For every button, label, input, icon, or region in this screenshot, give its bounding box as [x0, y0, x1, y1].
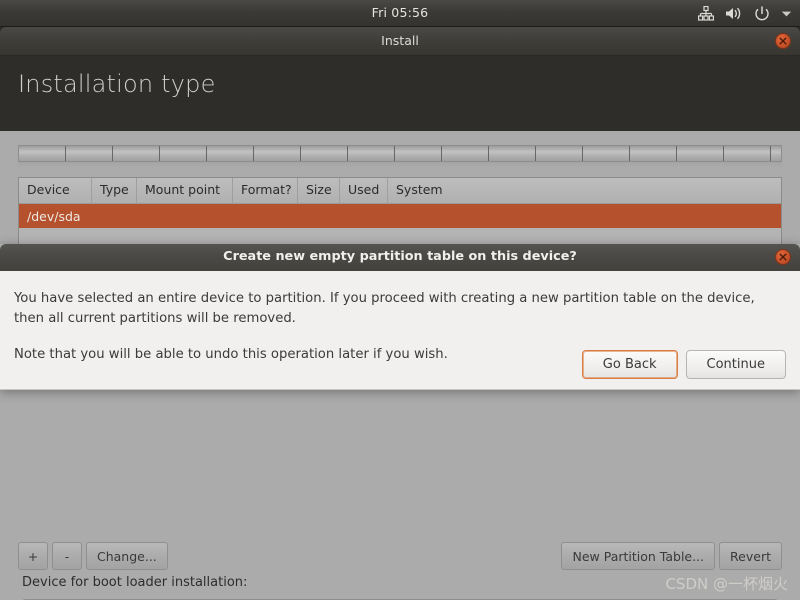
partition-usage-bar-reflection: [18, 162, 782, 167]
partition-toolbar: + - Change... New Partition Table... Rev…: [18, 542, 782, 570]
network-icon[interactable]: [698, 6, 714, 21]
partition-toolbar-left: + - Change...: [18, 542, 168, 570]
dialog-actions: Go Back Continue: [581, 350, 786, 379]
table-row[interactable]: /dev/sda: [19, 204, 781, 228]
system-clock[interactable]: Fri 05:56: [0, 5, 800, 20]
new-partition-table-button[interactable]: New Partition Table...: [561, 542, 716, 570]
go-back-button[interactable]: Go Back: [581, 350, 678, 379]
page-title: Installation type: [18, 70, 216, 98]
change-partition-button[interactable]: Change...: [86, 542, 168, 570]
continue-button[interactable]: Continue: [685, 350, 786, 379]
partition-toolbar-right: New Partition Table... Revert: [561, 542, 782, 570]
system-top-panel: Fri 05:56: [0, 0, 800, 27]
bootloader-label: Device for boot loader installation:: [22, 575, 248, 590]
column-header-mount-point[interactable]: Mount point: [137, 178, 233, 203]
chevron-down-icon[interactable]: [781, 10, 792, 18]
desktop-screen: Fri 05:56 Install Installation type Devi…: [0, 0, 800, 600]
watermark: CSDN @一杯烟火: [665, 575, 788, 593]
column-header-format[interactable]: Format?: [233, 178, 298, 203]
system-tray: [698, 0, 792, 27]
dialog-paragraph-primary: You have selected an entire device to pa…: [14, 291, 755, 326]
dialog-body: You have selected an entire device to pa…: [0, 271, 800, 390]
window-title: Install: [381, 33, 419, 48]
revert-button[interactable]: Revert: [719, 542, 782, 570]
partition-table-header: Device Type Mount point Format? Size Use…: [19, 178, 781, 204]
column-header-size[interactable]: Size: [298, 178, 340, 203]
volume-icon[interactable]: [725, 6, 743, 21]
power-icon[interactable]: [754, 5, 770, 22]
partition-usage-bar-track: [18, 145, 782, 162]
window-titlebar: Install: [0, 27, 800, 56]
dialog-titlebar: Create new empty partition table on this…: [0, 244, 800, 271]
dialog-title: Create new empty partition table on this…: [223, 249, 577, 264]
cell-device: /dev/sda: [27, 208, 81, 224]
confirm-partition-table-dialog: Create new empty partition table on this…: [0, 244, 800, 390]
window-close-button[interactable]: [775, 33, 791, 49]
column-header-used[interactable]: Used: [340, 178, 388, 203]
dialog-close-button[interactable]: [775, 249, 791, 265]
partition-usage-bar: [18, 145, 782, 167]
remove-partition-button[interactable]: -: [52, 542, 82, 570]
add-partition-button[interactable]: +: [18, 542, 48, 570]
column-header-system[interactable]: System: [388, 178, 781, 203]
window-header-zone: Installation type: [0, 56, 800, 131]
column-header-type[interactable]: Type: [92, 178, 137, 203]
column-header-device[interactable]: Device: [19, 178, 92, 203]
